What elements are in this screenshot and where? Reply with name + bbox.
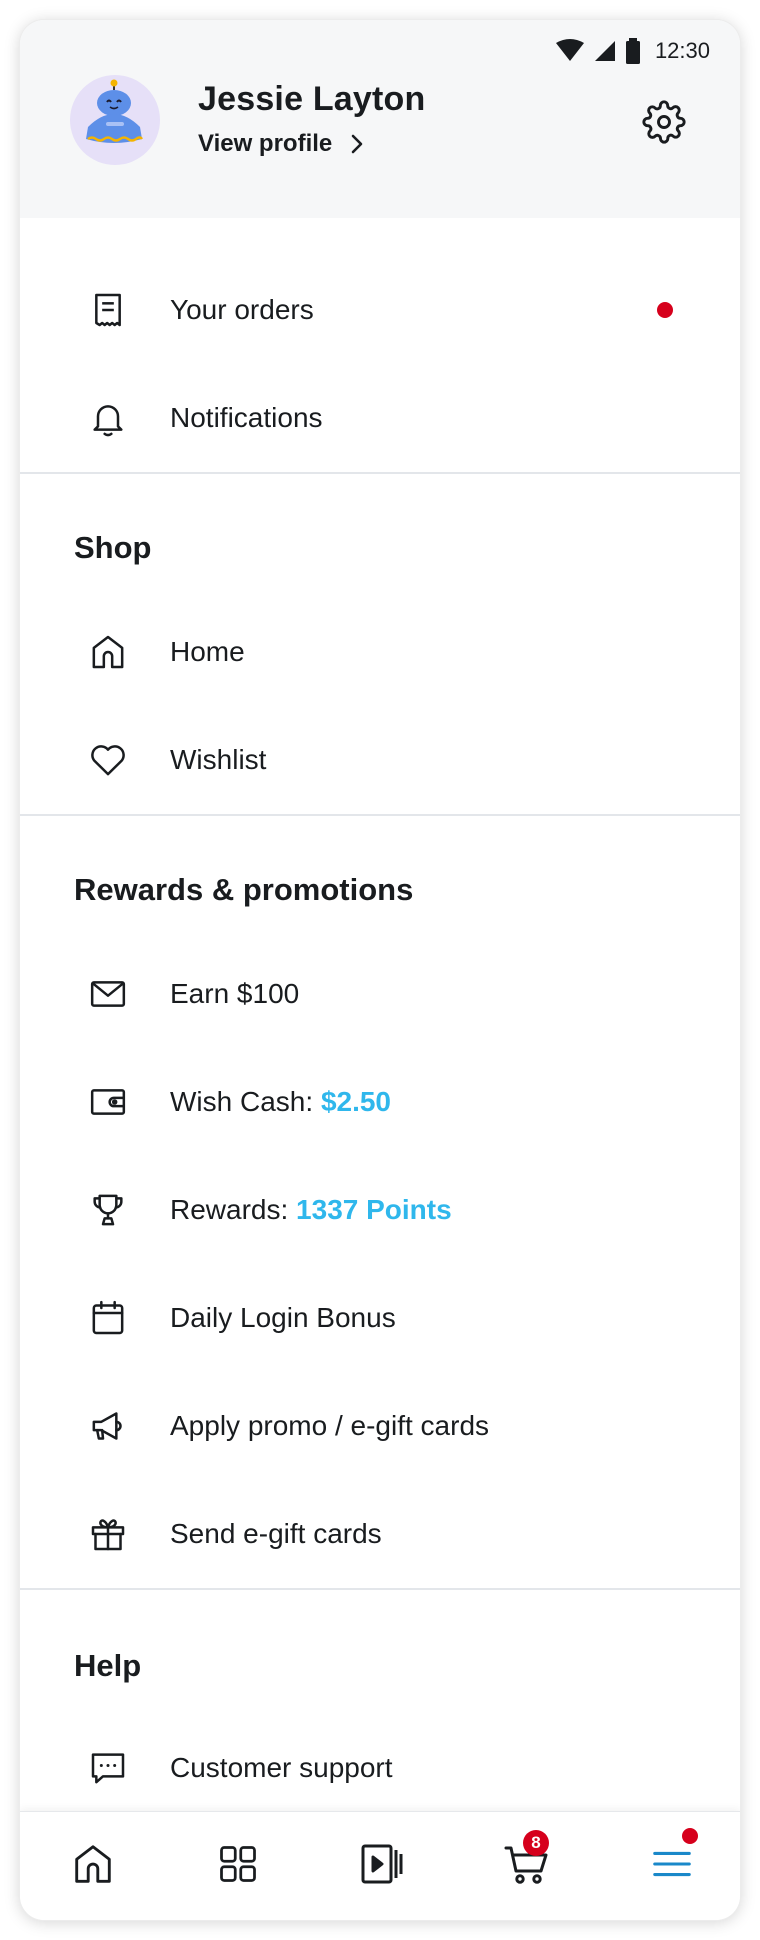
menu-item-daily-login-bonus[interactable]: Daily Login Bonus (20, 1264, 740, 1372)
nav-menu-button[interactable] (642, 1828, 702, 1894)
calendar-icon (86, 1296, 130, 1340)
menu-item-apply-promo[interactable]: Apply promo / e-gift cards (20, 1372, 740, 1480)
video-icon (361, 1844, 403, 1884)
chevron-right-icon (351, 134, 363, 154)
status-bar: 12:30 (555, 36, 710, 66)
robot-avatar-icon (86, 79, 143, 143)
wifi-icon (555, 39, 584, 61)
megaphone-icon (86, 1404, 130, 1448)
menu-item-customer-support[interactable]: Customer support (20, 1714, 740, 1822)
wish-cash-label: Wish Cash: (170, 1086, 321, 1117)
menu-item-label: Send e-gift cards (170, 1518, 382, 1549)
nav-categories-button[interactable] (208, 1834, 268, 1894)
menu-icon (653, 1851, 691, 1877)
menu-alert-dot (682, 1828, 698, 1844)
avatar[interactable] (70, 75, 160, 165)
nav-cart-button[interactable]: 8 (497, 1830, 557, 1894)
menu-item-label: Rewards: 1337 Points (170, 1194, 452, 1226)
menu-item-label: Wish Cash: $2.50 (170, 1086, 391, 1118)
home-icon (75, 1845, 111, 1883)
app-screen: 12:30 Jessie Layton View profile Your or… (20, 20, 740, 1920)
menu-item-send-egift[interactable]: Send e-gift cards (20, 1480, 740, 1588)
divider (20, 472, 740, 474)
divider (20, 814, 740, 816)
menu-item-earn[interactable]: Earn $100 (20, 940, 740, 1048)
menu-item-label: Daily Login Bonus (170, 1302, 396, 1333)
heart-icon (86, 738, 130, 782)
nav-video-button[interactable] (352, 1834, 412, 1894)
rewards-points-value: 1337 Points (296, 1194, 452, 1225)
profile-name: Jessie Layton (198, 80, 426, 118)
categories-icon (220, 1846, 256, 1882)
menu-item-label: Apply promo / e-gift cards (170, 1410, 490, 1441)
menu-item-your-orders[interactable]: Your orders (20, 256, 740, 364)
nav-home-button[interactable] (63, 1834, 123, 1894)
bottom-navigation: 8 (20, 1811, 740, 1920)
mail-icon (86, 972, 130, 1016)
menu-item-label: Earn $100 (170, 978, 300, 1009)
menu-item-wish-cash[interactable]: Wish Cash: $2.50 (20, 1048, 740, 1156)
menu-item-label: Your orders (170, 294, 314, 325)
section-title-shop: Shop (74, 530, 152, 565)
menu-item-label: Customer support (170, 1752, 393, 1783)
settings-button[interactable] (640, 98, 688, 146)
chat-icon (86, 1746, 130, 1790)
gear-icon (642, 100, 686, 144)
section-title-help: Help (74, 1648, 142, 1683)
divider (20, 1588, 740, 1590)
status-time: 12:30 (654, 38, 710, 63)
orders-alert-dot (657, 302, 673, 318)
home-icon (86, 630, 130, 674)
wallet-icon (86, 1080, 130, 1124)
rewards-label: Rewards: (170, 1194, 297, 1225)
gift-icon (86, 1512, 130, 1556)
menu-item-label: Home (170, 636, 245, 667)
cart-count-badge: 8 (523, 1830, 549, 1856)
wish-cash-value: $2.50 (320, 1086, 392, 1117)
menu-item-wishlist[interactable]: Wishlist (20, 706, 740, 814)
menu-item-rewards[interactable]: Rewards: 1337 Points (20, 1156, 740, 1264)
signal-icon (594, 41, 615, 61)
bell-icon (86, 396, 130, 440)
menu-item-home[interactable]: Home (20, 598, 740, 706)
view-profile-link[interactable]: View profile (198, 130, 364, 158)
view-profile-label: View profile (198, 130, 333, 157)
trophy-icon (86, 1188, 130, 1232)
menu-item-notifications[interactable]: Notifications (20, 364, 740, 472)
receipt-icon (86, 288, 130, 332)
profile-header: 12:30 Jessie Layton View profile (20, 20, 740, 218)
battery-icon (625, 38, 640, 64)
menu-item-label: Notifications (170, 402, 323, 433)
menu-item-label: Wishlist (170, 744, 267, 775)
section-title-rewards: Rewards & promotions (74, 872, 414, 907)
